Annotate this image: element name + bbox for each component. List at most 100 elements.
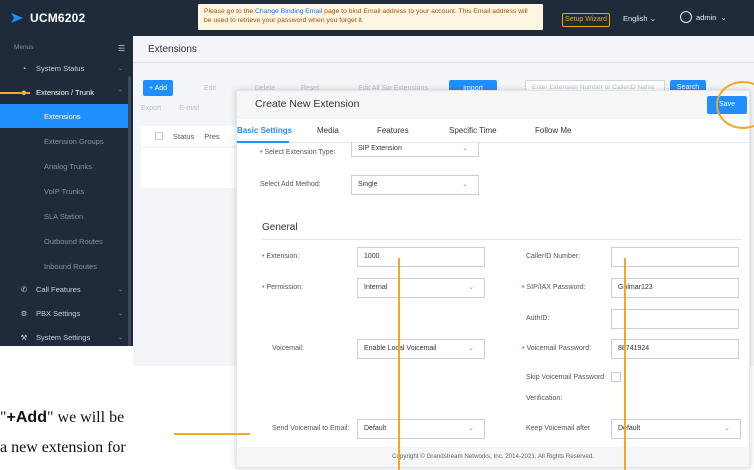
table-body bbox=[141, 148, 237, 188]
column-presence[interactable]: Pres bbox=[204, 132, 219, 141]
phone-icon: ✆ bbox=[20, 284, 28, 294]
language-label: English bbox=[623, 14, 648, 23]
dashboard-icon: ◔ bbox=[21, 63, 27, 73]
sidebar-sub-sla-station[interactable]: SLA Station bbox=[0, 204, 128, 228]
select-all-checkbox[interactable] bbox=[155, 132, 163, 140]
sidebar-sub-extension-groups[interactable]: Extension Groups bbox=[0, 129, 128, 153]
sip-password-label: • SIP/IAX Password: bbox=[522, 284, 586, 291]
skip-voicemail-label: Skip Voicemail Password bbox=[526, 374, 605, 381]
keep-voicemail-label: Keep Voicemail after bbox=[526, 425, 591, 432]
page-title: Extensions bbox=[148, 44, 197, 55]
app-name: UCM6202 bbox=[30, 11, 86, 25]
extension-type-select[interactable]: SIP Extension ⌄ bbox=[351, 143, 479, 157]
chevron-down-icon: ⌄ bbox=[117, 334, 123, 341]
sidebar-sub-voip-trunks[interactable]: VoIP Trunks bbox=[0, 179, 128, 203]
send-voicemail-email-label: Send Voicemail to Email: bbox=[272, 425, 350, 432]
chevron-down-icon: ⌄ bbox=[117, 286, 123, 293]
annotation-line bbox=[398, 258, 400, 470]
tab-specific-time[interactable]: Specific Time bbox=[449, 126, 497, 135]
keep-voicemail-select[interactable]: Default ⌄ bbox=[611, 419, 741, 439]
chevron-down-icon: ⌄ bbox=[649, 14, 656, 23]
add-method-select[interactable]: Single ⌄ bbox=[351, 175, 479, 195]
caption-text: "+Add" we will be a new extension for bbox=[0, 403, 126, 463]
table-header: Status Pres bbox=[141, 126, 237, 146]
chevron-down-icon: ⌄ bbox=[468, 345, 474, 352]
settings-icon: ⚒ bbox=[20, 332, 28, 342]
sip-password-input[interactable]: Golmar123 bbox=[611, 278, 739, 298]
sidebar-sub-analog-trunks[interactable]: Analog Trunks bbox=[0, 154, 128, 178]
chevron-down-icon: ⌄ bbox=[117, 310, 123, 317]
sidebar-sub-outbound-routes[interactable]: Outbound Routes bbox=[0, 229, 128, 253]
annotation-line bbox=[0, 92, 30, 94]
add-method-label: Select Add Method: bbox=[260, 181, 321, 188]
voicemail-select[interactable]: Enable Local Voicemail ⌄ bbox=[357, 339, 485, 359]
user-name: admin bbox=[696, 12, 717, 22]
chevron-down-icon: ⌄ bbox=[462, 145, 468, 152]
general-section-heading: General bbox=[262, 222, 298, 233]
sidebar-item-label: Call Features bbox=[36, 284, 81, 294]
chevron-down-icon: ⌄ bbox=[468, 284, 474, 291]
setup-wizard-button[interactable]: Setup Wizard bbox=[562, 13, 610, 27]
email-binding-notice: Please go to the Change Binding Email pa… bbox=[198, 4, 543, 30]
brand-logo: UCM6202 bbox=[10, 11, 85, 25]
sidebar-item-label: System Settings bbox=[36, 332, 91, 342]
chevron-up-icon: ⌃ bbox=[117, 89, 123, 96]
grandstream-logo-icon bbox=[11, 13, 23, 23]
dialog-tabs: Basic Settings Media Features Specific T… bbox=[237, 119, 749, 143]
email-button[interactable]: E-mail bbox=[179, 105, 199, 112]
caption-line-1: "+Add" we will be bbox=[0, 409, 125, 426]
voicemail-password-input[interactable]: 88741924 bbox=[611, 339, 739, 359]
create-extension-dialog: Create New Extension Save Basic Settings… bbox=[236, 90, 750, 468]
chevron-down-icon: ⌄ bbox=[720, 12, 727, 22]
sidebar-item-pbx-settings[interactable]: ⚙ PBX Settings ⌄ bbox=[0, 301, 133, 325]
basic-settings-form: • Select Extension Type: SIP Extension ⌄ S… bbox=[239, 143, 749, 469]
column-status[interactable]: Status bbox=[173, 132, 194, 141]
annotation-line bbox=[624, 258, 626, 470]
export-button[interactable]: Export bbox=[141, 105, 161, 112]
copyright-footer: Copyright © Grandstream Networks, Inc. 2… bbox=[237, 447, 749, 467]
chevron-down-icon: ⌄ bbox=[468, 425, 474, 432]
sidebar-scrollbar[interactable] bbox=[128, 76, 131, 346]
divider bbox=[133, 62, 754, 63]
permission-label: • Permission: bbox=[262, 284, 304, 291]
language-select[interactable]: English ⌄ bbox=[623, 14, 656, 23]
menu-collapse-icon[interactable]: ☰ bbox=[118, 44, 125, 53]
user-avatar-icon bbox=[680, 11, 692, 23]
extension-type-label: • Select Extension Type: bbox=[260, 149, 336, 156]
gear-icon: ⚙ bbox=[20, 308, 28, 318]
sidebar: Menus ☰ ◔System Status⌄ ☻Extension / Tru… bbox=[0, 36, 133, 346]
add-button[interactable]: + Add bbox=[143, 80, 173, 96]
edit-button[interactable]: Edit bbox=[195, 80, 225, 96]
change-binding-email-link[interactable]: Change Binding Email bbox=[255, 8, 322, 15]
tab-media[interactable]: Media bbox=[317, 126, 339, 135]
sidebar-item-system-status[interactable]: ◔ System Status ⌄ bbox=[0, 56, 133, 80]
callerid-input[interactable] bbox=[611, 247, 739, 267]
dialog-title: Create New Extension bbox=[255, 98, 360, 110]
annotation-line bbox=[174, 433, 250, 435]
dialog-header: Create New Extension Save bbox=[237, 91, 749, 119]
voicemail-label: Voicemail: bbox=[272, 345, 304, 352]
top-bar: UCM6202 Please go to the Change Binding … bbox=[0, 0, 754, 36]
authid-input[interactable] bbox=[611, 309, 739, 329]
authid-label: AuthID: bbox=[526, 315, 550, 322]
sidebar-item-label: PBX Settings bbox=[36, 308, 81, 318]
sidebar-item-label: Extension / Trunk bbox=[36, 87, 94, 97]
sidebar-item-system-settings[interactable]: ⚒ System Settings ⌄ bbox=[0, 325, 133, 349]
tab-basic-settings[interactable]: Basic Settings bbox=[237, 126, 292, 135]
chevron-down-icon: ⌄ bbox=[724, 425, 730, 432]
active-tab-indicator bbox=[237, 141, 289, 143]
user-menu[interactable]: admin ⌄ bbox=[680, 11, 727, 23]
permission-select[interactable]: Internal ⌄ bbox=[357, 278, 485, 298]
tab-features[interactable]: Features bbox=[377, 126, 409, 135]
callerid-label: CallerID Number: bbox=[526, 253, 581, 260]
sidebar-sub-extensions[interactable]: Extensions bbox=[0, 104, 128, 128]
extension-input[interactable]: 1000 bbox=[357, 247, 485, 267]
notice-text: Please go to the bbox=[204, 8, 256, 15]
verification-label: Verification: bbox=[526, 395, 563, 402]
sidebar-item-call-features[interactable]: ✆ Call Features ⌄ bbox=[0, 277, 133, 301]
send-voicemail-email-select[interactable]: Default ⌄ bbox=[357, 419, 485, 439]
sidebar-sub-inbound-routes[interactable]: Inbound Routes bbox=[0, 254, 128, 278]
tab-follow-me[interactable]: Follow Me bbox=[535, 126, 571, 135]
skip-voicemail-checkbox[interactable] bbox=[611, 372, 621, 382]
menus-label: Menus bbox=[14, 44, 34, 51]
